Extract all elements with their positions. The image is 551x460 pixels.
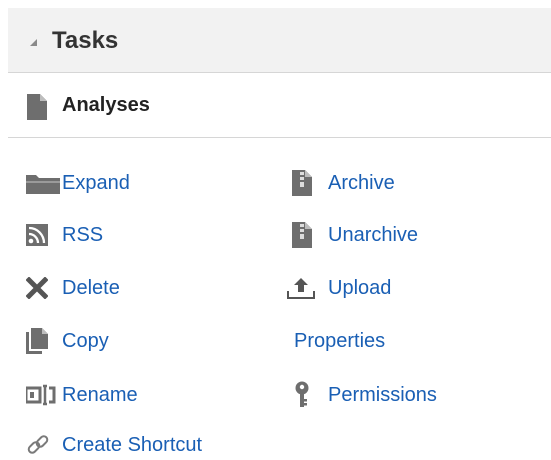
delete-x-icon — [26, 273, 62, 303]
task-label-rss[interactable]: RSS — [62, 223, 103, 247]
rss-icon — [26, 220, 62, 250]
task-copy[interactable]: Copy — [26, 326, 109, 356]
section-title: Analyses — [62, 94, 150, 116]
task-label-archive[interactable]: Archive — [328, 171, 395, 195]
tasks-panel-header[interactable]: Tasks — [8, 8, 551, 73]
key-icon — [292, 380, 328, 410]
folder-icon — [26, 168, 62, 198]
document-icon — [26, 94, 48, 125]
task-create-shortcut[interactable]: Create Shortcut — [26, 430, 202, 460]
task-upload[interactable]: Upload — [286, 273, 391, 303]
upload-icon — [286, 273, 328, 303]
task-label-properties[interactable]: Properties — [294, 329, 385, 353]
task-delete[interactable]: Delete — [26, 273, 120, 303]
task-label-copy[interactable]: Copy — [62, 329, 109, 353]
task-label-rename[interactable]: Rename — [62, 383, 138, 407]
copy-icon — [26, 326, 62, 356]
task-properties[interactable]: Properties — [294, 326, 385, 356]
task-label-unarchive[interactable]: Unarchive — [328, 223, 418, 247]
archive-icon — [292, 168, 328, 198]
task-label-create-shortcut[interactable]: Create Shortcut — [62, 433, 202, 457]
task-label-delete[interactable]: Delete — [62, 276, 120, 300]
task-rename[interactable]: Rename — [26, 380, 138, 410]
task-unarchive[interactable]: Unarchive — [292, 220, 418, 250]
rename-icon — [26, 380, 62, 410]
task-permissions[interactable]: Permissions — [292, 380, 437, 410]
task-label-upload[interactable]: Upload — [328, 276, 391, 300]
analyses-section-header: Analyses — [8, 74, 551, 138]
task-label-expand[interactable]: Expand — [62, 171, 130, 195]
unarchive-icon — [292, 220, 328, 250]
task-expand[interactable]: Expand — [26, 168, 130, 198]
task-rss[interactable]: RSS — [26, 220, 103, 250]
task-label-permissions[interactable]: Permissions — [328, 383, 437, 407]
task-archive[interactable]: Archive — [292, 168, 395, 198]
panel-title: Tasks — [52, 27, 119, 54]
collapse-triangle-icon[interactable] — [30, 39, 37, 46]
link-icon — [26, 430, 62, 460]
